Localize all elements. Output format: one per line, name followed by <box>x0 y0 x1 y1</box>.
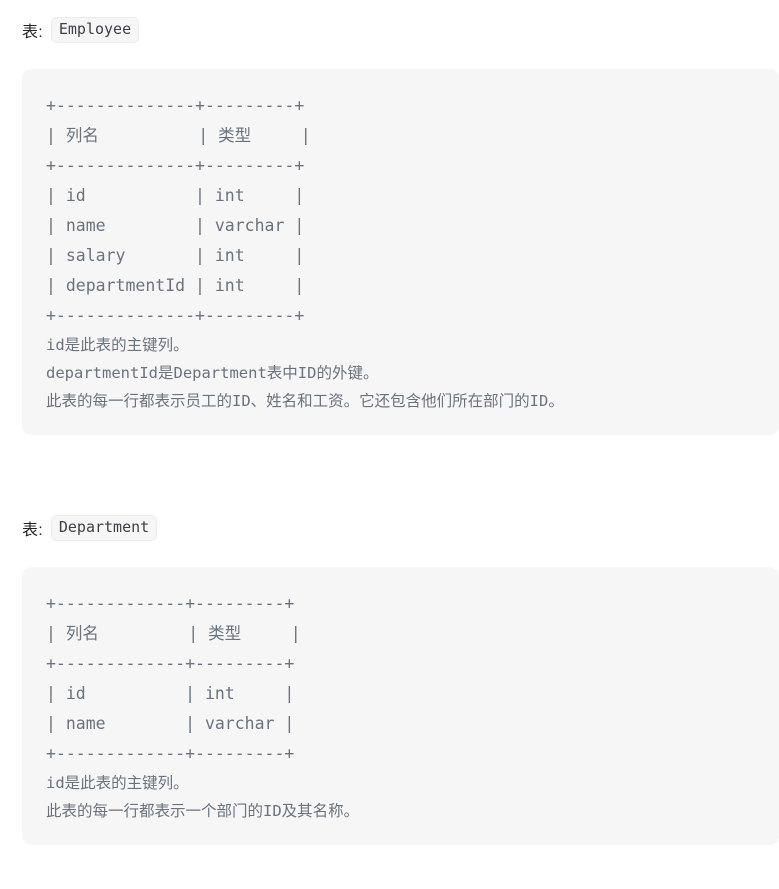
table-name-chip-department: Department <box>50 515 158 541</box>
schema-code-block-employee: +--------------+---------+ | 列名 | 类型 | +… <box>22 69 779 435</box>
schema-notes-employee: id是此表的主键列。 departmentId是Department表中ID的外… <box>46 336 564 410</box>
schema-document: 表: Employee +--------------+---------+ |… <box>0 0 779 867</box>
table-heading-department: 表: Department <box>0 511 779 545</box>
schema-notes-department: id是此表的主键列。 此表的每一行都表示一个部门的ID及其名称。 <box>46 774 360 820</box>
schema-ascii-table-employee: +--------------+---------+ | 列名 | 类型 | +… <box>46 96 311 325</box>
schema-ascii-table-department: +-------------+---------+ | 列名 | 类型 | +-… <box>46 594 301 763</box>
schema-code-block-department: +-------------+---------+ | 列名 | 类型 | +-… <box>22 567 779 845</box>
table-label-prefix: 表: <box>22 522 43 539</box>
table-label-prefix: 表: <box>22 24 43 41</box>
table-name-chip-employee: Employee <box>50 17 140 43</box>
table-heading-employee: 表: Employee <box>0 13 779 47</box>
